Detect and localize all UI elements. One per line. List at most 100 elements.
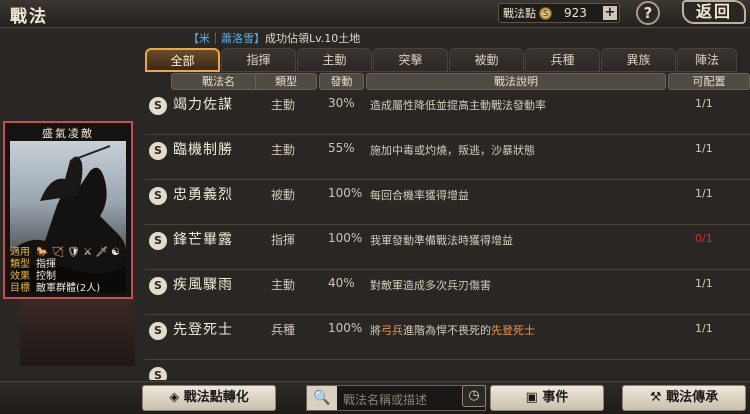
tab-formation[interactable]: 陣法 xyxy=(677,48,737,72)
events-label: 事件 xyxy=(542,390,569,405)
card-info-value: 控制 xyxy=(36,271,56,282)
tab-bar: 全部 指揮 主動 突擊 被動 兵種 異族 陣法 xyxy=(145,48,738,72)
tactic-config: 0/1 xyxy=(695,232,713,245)
grade-s-icon: S xyxy=(149,277,167,295)
tactic-name: 臨機制勝 xyxy=(173,142,233,158)
tab-assault[interactable]: 突擊 xyxy=(373,48,448,72)
grade-s-icon: S xyxy=(149,322,167,340)
tactic-desc: 對敵軍造成多次兵刃傷害 xyxy=(370,279,491,292)
header-name[interactable]: 戰法名 xyxy=(171,73,266,90)
inherit-button[interactable]: ⚒ 戰法傳承 xyxy=(622,385,746,411)
card-info-value: 指揮 xyxy=(36,259,56,270)
tactic-rate: 55% xyxy=(328,141,355,155)
tactic-name: 疾風驟雨 xyxy=(173,277,233,293)
card-info-row: 效果 控制 xyxy=(10,271,120,283)
card-title: 盛氣凌敵 xyxy=(42,127,94,140)
event-icon: ▣ xyxy=(525,390,543,405)
card-info-row: 目標 敵軍群體(2人) xyxy=(10,283,120,295)
table-row[interactable]: S 鋒芒畢露 指揮 100% 我軍發動準備戰法時獲得增益 0/1 xyxy=(145,225,750,270)
tactic-rate: 100% xyxy=(328,321,363,335)
tactic-desc: 將弓兵進階為悍不畏死的先登死士 xyxy=(370,322,535,338)
table-row[interactable]: S 先登死士 兵種 100% 將弓兵進階為悍不畏死的先登死士 1/1 xyxy=(145,315,750,360)
header-desc: 戰法說明 xyxy=(366,73,666,90)
table-row[interactable]: S 忠勇義烈 被動 100% 每回合機率獲得增益 1/1 xyxy=(145,180,750,225)
tactic-points-value: 923 xyxy=(564,6,587,20)
tab-foreign[interactable]: 異族 xyxy=(601,48,676,72)
tactic-type: 指揮 xyxy=(271,233,296,247)
card-info-key: 效果 xyxy=(10,271,30,282)
search-input[interactable]: 戰法名稱或描述 xyxy=(343,391,427,408)
tactic-desc: 施加中毒或灼燒，叛逃，沙暴狀態 xyxy=(370,144,535,157)
tactic-name: 忠勇義烈 xyxy=(173,187,233,203)
table-row-partial[interactable]: S xyxy=(145,360,750,380)
tactic-rate: 100% xyxy=(328,231,363,245)
tactic-config: 1/1 xyxy=(695,322,713,335)
card-shadow-strip xyxy=(20,296,135,366)
tactic-desc: 我軍發動準備戰法時獲得增益 xyxy=(370,234,513,247)
header-config[interactable]: 可配置 xyxy=(668,73,750,90)
grade-s-icon: S xyxy=(149,142,167,160)
card-info-key: 目標 xyxy=(10,283,30,294)
tactic-rate: 100% xyxy=(328,186,363,200)
tactic-config: 1/1 xyxy=(695,142,713,155)
tactic-detail-card[interactable]: 盛氣凌敵 適用 🐎 🏹 🛡 ⚔ 🗡 ☯ 類型 指揮 效果 控制 目標 敵軍群體(2人) xyxy=(3,121,133,299)
desc-highlight: 先登死士 xyxy=(491,324,535,337)
desc-part: 進階為悍不畏死的 xyxy=(403,324,491,337)
notice-text: 成功佔領Lv.10土地 xyxy=(265,32,361,45)
tactic-list: S 竭力佐謀 主動 30% 造成屬性降低並提高主動戰法發動率 1/1 S 臨機制… xyxy=(145,90,750,380)
tactic-type: 主動 xyxy=(271,278,296,292)
card-info-key: 類型 xyxy=(10,259,30,270)
header-rate[interactable]: 發動 xyxy=(319,73,364,90)
convert-label: 戰法點轉化 xyxy=(183,390,249,405)
top-bar: 戰法 戰法點 S 923 + ? 返回 xyxy=(0,0,750,28)
events-button[interactable]: ▣ 事件 xyxy=(490,385,604,411)
convert-icon: ◈ xyxy=(169,390,184,405)
card-info: 適用 🐎 🏹 🛡 ⚔ 🗡 ☯ 類型 指揮 效果 控制 目標 敵軍群體(2人) xyxy=(10,247,120,295)
tactic-config: 1/1 xyxy=(695,187,713,200)
search-box[interactable]: 🔍 戰法名稱或描述 xyxy=(306,385,486,411)
grade-s-icon: S xyxy=(149,97,167,115)
notice-banner: 【米｜蕭洛雪】成功佔領Lv.10土地 xyxy=(188,30,360,46)
tactic-config: 1/1 xyxy=(695,97,713,110)
add-points-button[interactable]: + xyxy=(603,6,617,20)
grade-s-icon: S xyxy=(149,232,167,250)
card-troop-icons: 🐎 🏹 🛡 ⚔ 🗡 ☯ xyxy=(36,247,121,258)
coin-icon: S xyxy=(539,6,552,20)
tactic-type: 兵種 xyxy=(271,323,296,337)
tab-active[interactable]: 主動 xyxy=(297,48,372,72)
card-info-row: 類型 指揮 xyxy=(10,259,120,271)
card-info-key: 適用 xyxy=(10,247,30,258)
search-icon[interactable]: 🔍 xyxy=(307,386,337,410)
history-clock-button[interactable]: ◷ xyxy=(462,385,486,407)
header-type[interactable]: 類型 xyxy=(255,73,317,90)
grade-s-icon: S xyxy=(149,187,167,205)
tab-all[interactable]: 全部 xyxy=(145,48,220,72)
table-row[interactable]: S 疾風驟雨 主動 40% 對敵軍造成多次兵刃傷害 1/1 xyxy=(145,270,750,315)
tactic-config: 1/1 xyxy=(695,277,713,290)
tactic-points-display: 戰法點 S 923 + xyxy=(498,3,620,23)
notice-player: 【米｜蕭洛雪】 xyxy=(188,32,265,45)
page-title: 戰法 xyxy=(10,7,48,27)
convert-points-button[interactable]: ◈ 戰法點轉化 xyxy=(142,385,276,411)
grade-s-icon: S xyxy=(149,367,167,380)
tactic-rate: 40% xyxy=(328,276,355,290)
back-button[interactable]: 返回 xyxy=(682,0,746,24)
tab-passive[interactable]: 被動 xyxy=(449,48,524,72)
table-row[interactable]: S 竭力佐謀 主動 30% 造成屬性降低並提高主動戰法發動率 1/1 xyxy=(145,90,750,135)
tactic-desc: 每回合機率獲得增益 xyxy=(370,189,469,202)
table-row[interactable]: S 臨機制勝 主動 55% 施加中毒或灼燒，叛逃，沙暴狀態 1/1 xyxy=(145,135,750,180)
tactic-name: 先登死士 xyxy=(173,322,233,338)
inherit-label: 戰法傳承 xyxy=(666,390,719,405)
card-info-value: 敵軍群體(2人) xyxy=(36,283,101,294)
tab-troop[interactable]: 兵種 xyxy=(525,48,600,72)
tab-command[interactable]: 指揮 xyxy=(221,48,296,72)
tactic-type: 主動 xyxy=(271,98,296,112)
tactic-name: 鋒芒畢露 xyxy=(173,232,233,248)
bottom-bar: ◈ 戰法點轉化 🔍 戰法名稱或描述 ◷ ▣ 事件 ⚒ 戰法傳承 xyxy=(0,381,750,414)
tactic-rate: 30% xyxy=(328,96,355,110)
desc-part: 將 xyxy=(370,324,381,337)
tactic-points-label: 戰法點 xyxy=(503,7,536,20)
desc-highlight: 弓兵 xyxy=(381,324,403,337)
help-button[interactable]: ? xyxy=(636,1,660,25)
tactic-desc: 造成屬性降低並提高主動戰法發動率 xyxy=(370,99,546,112)
